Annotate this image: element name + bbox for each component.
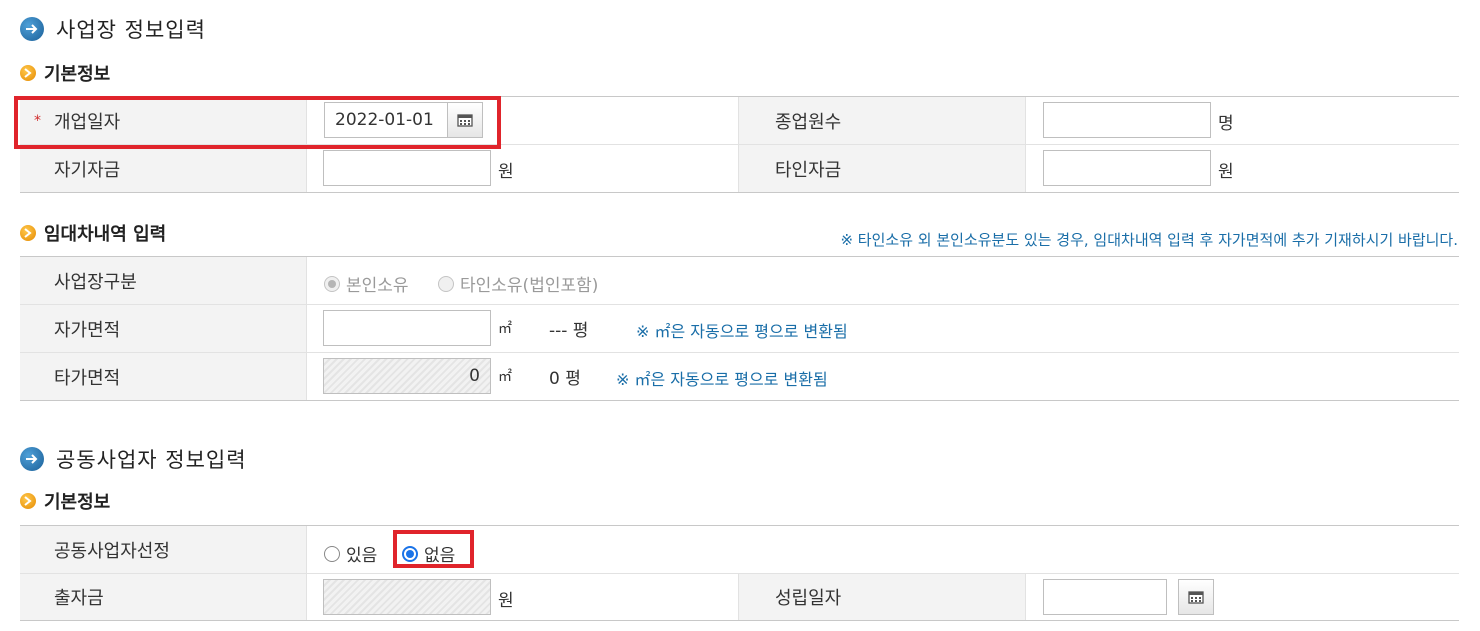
own-area-note: ※ ㎡은 자동으로 평으로 변환됨 [636,322,848,341]
own-area-unit: ㎡ [498,321,512,337]
employees-input[interactable] [1043,102,1211,138]
radio-own[interactable]: 본인소유 [324,271,409,296]
investment-unit: 원 [498,591,514,611]
other-capital-input[interactable] [1043,150,1211,186]
table-row: 자기자금 원 타인자금 원 [20,145,1459,192]
joint-table: 공동사업자선정 있음 없음 출자금 원 성립일자 [20,525,1459,621]
own-area-input[interactable] [323,310,491,346]
table-row: 자가면적 ㎡ --- 평 ※ ㎡은 자동으로 평으로 변환됨 [20,305,1459,353]
other-capital-unit: 원 [1218,162,1234,182]
table-row: 출자금 원 성립일자 [20,574,1459,620]
radio-own-circle[interactable] [324,275,340,292]
bullet-arrow-icon [20,493,36,509]
established-date-calendar-button[interactable] [1178,579,1214,615]
bullet-arrow-icon [20,225,36,241]
business-type-label: 사업장구분 [20,257,307,304]
employees-label: 종업원수 [738,97,1026,144]
radio-joint-yes-circle[interactable] [324,545,340,562]
section-title-joint: 공동사업자 정보입력 [20,446,247,472]
arrow-circle-icon [20,447,44,471]
own-capital-unit: 원 [498,162,514,182]
other-area-unit: ㎡ [498,369,512,385]
joint-select-label: 공동사업자선정 [20,526,307,573]
established-date-input[interactable] [1043,579,1167,615]
highlight-opening-date [14,96,501,149]
subtitle-joint-basic: 기본정보 [20,490,110,513]
table-row: 공동사업자선정 있음 없음 [20,526,1459,574]
own-capital-label: 자기자금 [20,145,307,192]
established-date-label: 성립일자 [738,574,1026,620]
table-row: 타가면적 0 ㎡ 0 평 ※ ㎡은 자동으로 평으로 변환됨 [20,353,1459,400]
radio-other-circle[interactable] [438,275,454,292]
other-area-pyeong: 0 평 [549,369,581,389]
own-capital-input[interactable] [323,150,491,186]
other-area-input: 0 [323,358,491,394]
investment-input [323,579,491,615]
arrow-circle-icon [20,17,44,41]
other-capital-label: 타인자금 [738,145,1026,192]
bullet-arrow-icon [20,65,36,81]
calendar-icon [1188,591,1204,604]
other-area-note: ※ ㎡은 자동으로 평으로 변환됨 [616,370,828,389]
table-row: 사업장구분 본인소유 타인소유(법인포함) [20,257,1459,305]
radio-other[interactable]: 타인소유(법인포함) [438,271,598,296]
other-area-label: 타가면적 [20,353,307,400]
employees-unit: 명 [1218,114,1234,134]
own-area-pyeong: --- 평 [549,321,589,341]
investment-label: 출자금 [20,574,307,620]
radio-joint-yes[interactable]: 있음 [324,541,377,566]
own-area-label: 자가면적 [20,305,307,352]
lease-table: 사업장구분 본인소유 타인소유(법인포함) 자가면적 ㎡ --- 평 ※ ㎡은 … [20,256,1459,401]
subtitle-lease: 임대차내역 입력 [20,222,166,245]
highlight-joint-no [393,530,474,568]
subtitle-basic-info: 기본정보 [20,62,110,85]
section-title-business: 사업장 정보입력 [20,16,206,42]
lease-notice: ※ 타인소유 외 본인소유분도 있는 경우, 임대차내역 입력 후 자가면적에 … [840,231,1458,249]
